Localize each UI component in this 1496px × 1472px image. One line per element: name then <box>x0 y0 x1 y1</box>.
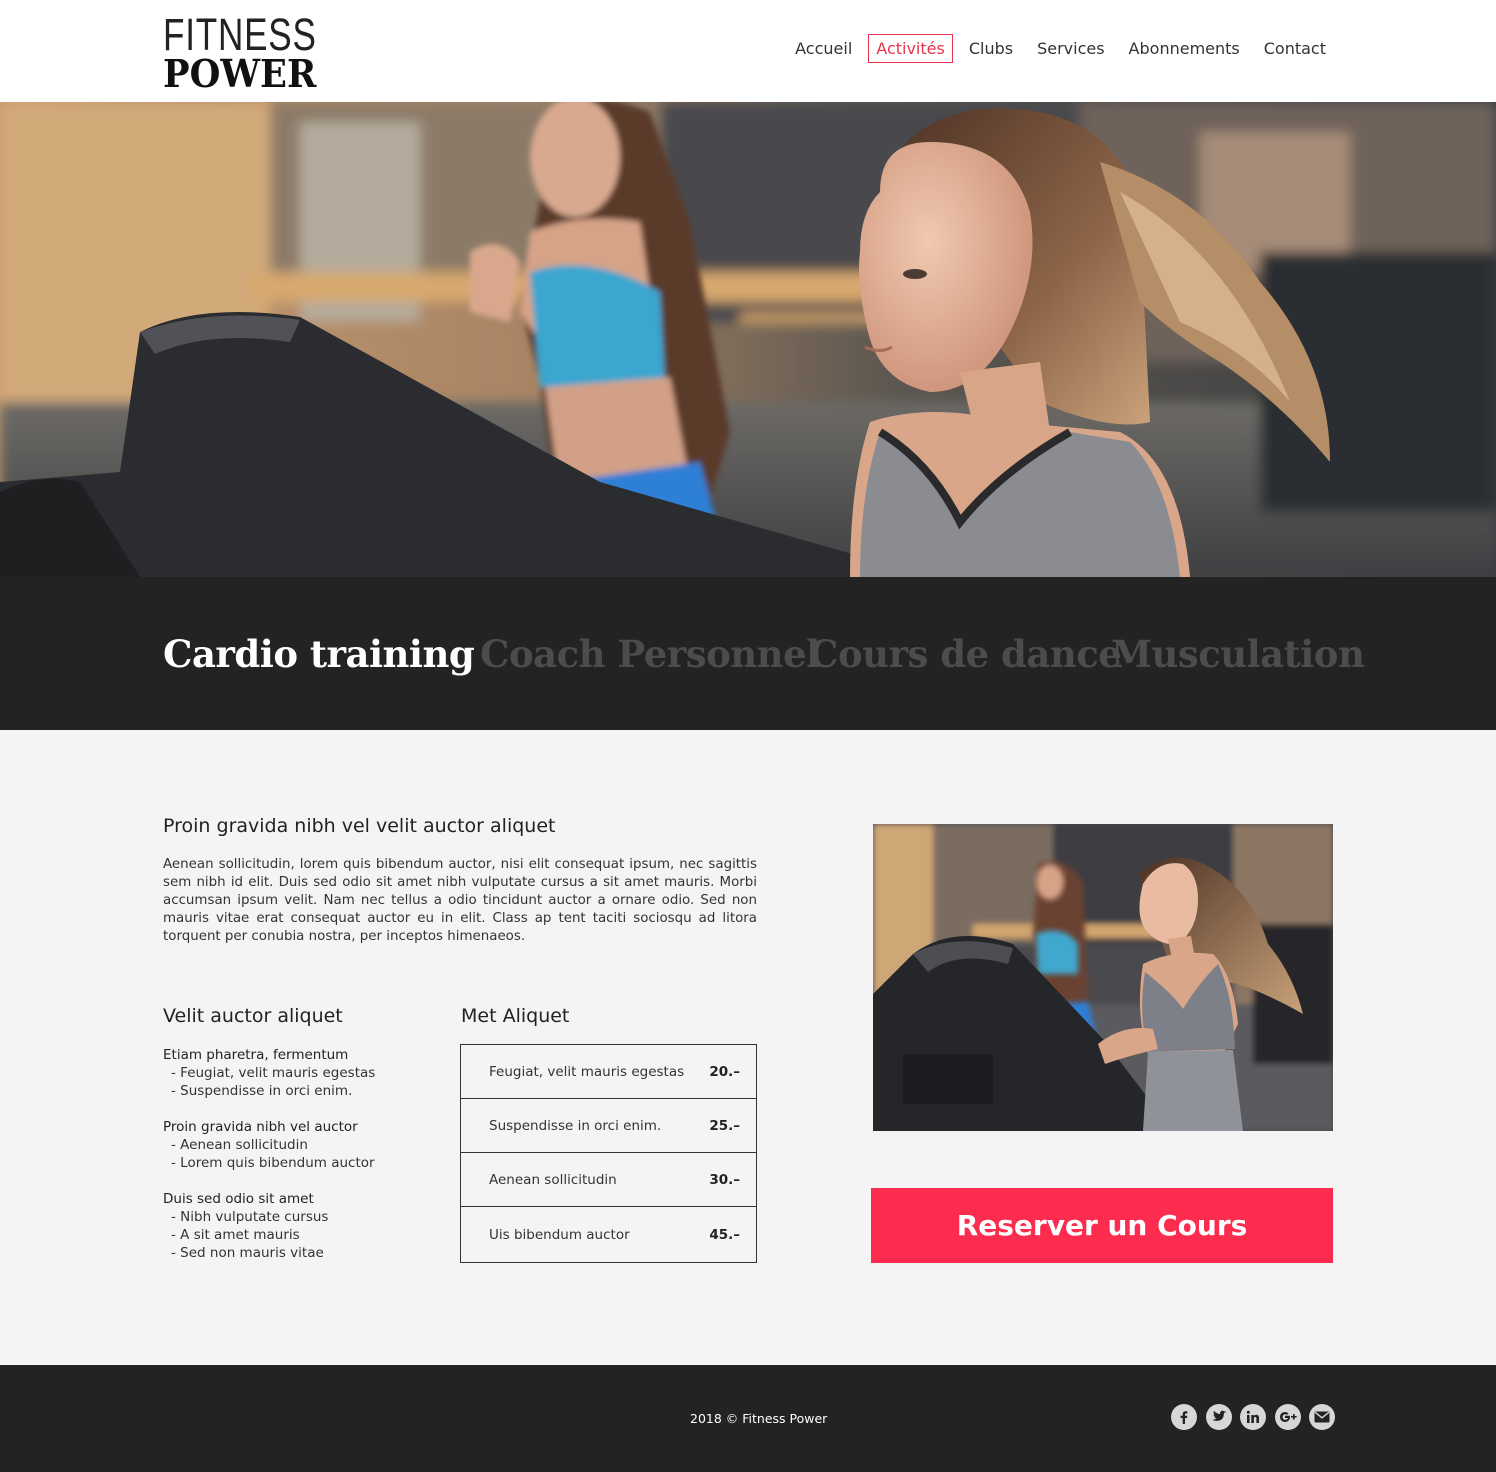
site-header: FITNESS POWER Accueil Activités Clubs Se… <box>0 0 1496 102</box>
nav-item-accueil[interactable]: Accueil <box>787 34 860 63</box>
nav-item-abonnements[interactable]: Abonnements <box>1121 34 1248 63</box>
list-item: - Suspendisse in orci enim. <box>171 1083 353 1099</box>
social-links <box>1171 1404 1344 1430</box>
list-group-2: Proin gravida nibh vel auctor - Aenean s… <box>163 1118 375 1172</box>
reserve-course-button[interactable]: Reserver un Cours <box>871 1188 1333 1263</box>
tab-musculation[interactable]: Musculation <box>1111 632 1365 676</box>
price-label: Aenean sollicitudin <box>489 1171 617 1188</box>
price-label: Suspendisse in orci enim. <box>489 1117 662 1134</box>
tab-cardio-training[interactable]: Cardio training <box>163 632 475 676</box>
list-group-3: Duis sed odio sit amet - Nibh vulputate … <box>163 1190 328 1262</box>
price-table-heading: Met Aliquet <box>461 1005 570 1027</box>
main-nav: Accueil Activités Clubs Services Abonnem… <box>779 34 1334 63</box>
list-item: - A sit amet mauris <box>171 1227 300 1243</box>
email-icon[interactable] <box>1309 1404 1335 1430</box>
left-column-heading: Velit auctor aliquet <box>163 1005 343 1027</box>
price-table: Feugiat, velit mauris egestas 20.– Suspe… <box>460 1044 757 1263</box>
nav-item-clubs[interactable]: Clubs <box>961 34 1021 63</box>
list-group-1: Etiam pharetra, fermentum - Feugiat, vel… <box>163 1046 375 1100</box>
list-group-title: Duis sed odio sit amet <box>163 1191 314 1207</box>
logo-line-1: FITNESS <box>163 9 317 60</box>
price-value: 20.– <box>709 1063 740 1080</box>
activity-tabs: Cardio training Coach Personnel Cours de… <box>0 577 1496 730</box>
logo-line-2: POWER <box>163 51 317 96</box>
list-item: - Nibh vulputate cursus <box>171 1209 329 1225</box>
twitter-icon[interactable] <box>1205 1404 1232 1430</box>
facebook-icon[interactable] <box>1171 1404 1197 1430</box>
activity-photo <box>873 824 1333 1131</box>
list-item: - Sed non mauris vitae <box>171 1245 324 1261</box>
list-group-title: Etiam pharetra, fermentum <box>163 1047 349 1063</box>
price-row: Feugiat, velit mauris egestas 20.– <box>461 1045 756 1099</box>
nav-item-activites[interactable]: Activités <box>868 34 953 63</box>
content-paragraph: Aenean sollicitudin, lorem quis bibendum… <box>163 857 757 944</box>
nav-item-services[interactable]: Services <box>1029 34 1112 63</box>
site-footer: 2018 © Fitness Power <box>0 1365 1496 1472</box>
list-group-title: Proin gravida nibh vel auctor <box>163 1119 358 1135</box>
price-label: Uis bibendum auctor <box>489 1226 630 1243</box>
price-label: Feugiat, velit mauris egestas <box>489 1063 685 1080</box>
hero-image <box>0 102 1496 577</box>
tab-coach-personnel[interactable]: Coach Personnel <box>480 632 820 676</box>
price-row: Uis bibendum auctor 45.– <box>461 1207 756 1262</box>
linkedin-icon[interactable] <box>1240 1404 1266 1430</box>
price-value: 25.– <box>709 1117 740 1134</box>
brand-logo[interactable]: FITNESS POWER <box>163 9 333 96</box>
price-row: Suspendisse in orci enim. 25.– <box>461 1099 756 1153</box>
price-value: 45.– <box>709 1226 740 1243</box>
tab-cours-de-dance[interactable]: Cours de dance <box>809 632 1122 676</box>
content-heading: Proin gravida nibh vel velit auctor aliq… <box>163 815 556 837</box>
list-item: - Aenean sollicitudin <box>171 1137 308 1153</box>
main-content: Proin gravida nibh vel velit auctor aliq… <box>0 730 1496 1365</box>
price-value: 30.– <box>709 1171 740 1188</box>
list-item: - Lorem quis bibendum auctor <box>171 1155 375 1171</box>
list-item: - Feugiat, velit mauris egestas <box>171 1065 376 1081</box>
copyright-text: 2018 © Fitness Power <box>690 1411 828 1426</box>
nav-item-contact[interactable]: Contact <box>1256 34 1334 63</box>
price-row: Aenean sollicitudin 30.– <box>461 1153 756 1207</box>
google-plus-icon[interactable] <box>1274 1404 1301 1430</box>
